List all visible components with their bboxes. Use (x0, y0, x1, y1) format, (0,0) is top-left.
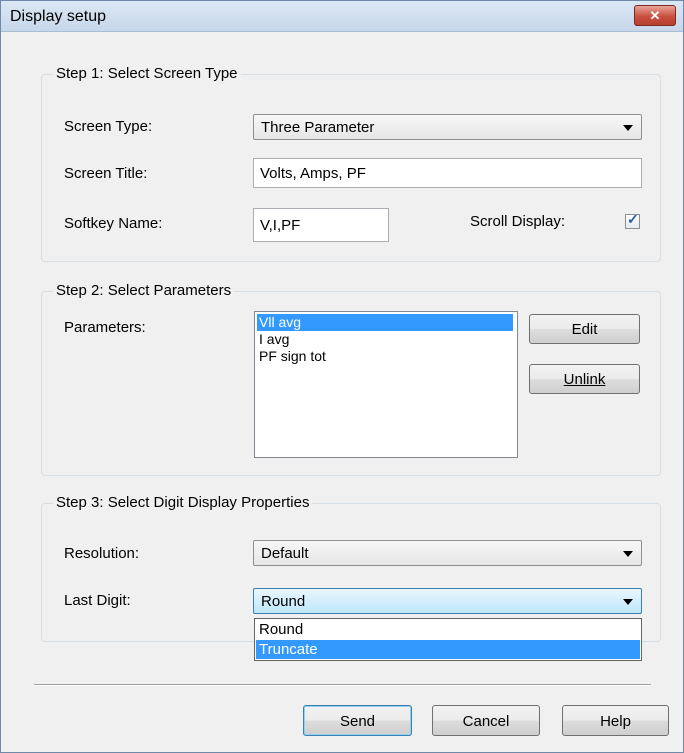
cancel-button-label: Cancel (462, 713, 510, 730)
send-button[interactable]: Send (303, 705, 412, 736)
send-button-label: Send (339, 713, 376, 730)
parameters-listbox[interactable]: Vll avg I avg PF sign tot (254, 311, 518, 458)
option-truncate[interactable]: Truncate (256, 640, 640, 659)
screen-type-dropdown[interactable]: Three Parameter (253, 114, 642, 140)
edit-button[interactable]: Edit (529, 314, 640, 344)
step2-legend: Step 2: Select Parameters (53, 282, 235, 299)
last-digit-options-list: Round Truncate (254, 618, 642, 661)
title-bar[interactable]: Display setup ✕ (1, 1, 683, 32)
step1-legend: Step 1: Select Screen Type (53, 65, 241, 82)
resolution-value: Default (261, 545, 309, 562)
option-round[interactable]: Round (256, 620, 640, 639)
cancel-button[interactable]: Cancel (432, 705, 540, 736)
help-button-label: Help (600, 713, 631, 730)
chevron-down-icon (623, 125, 633, 131)
resolution-label: Resolution: (64, 545, 140, 562)
list-item[interactable]: I avg (257, 331, 289, 348)
help-button[interactable]: Help (562, 705, 669, 736)
unlink-button-label: Unlink (563, 371, 606, 388)
screen-title-label: Screen Title: (64, 165, 148, 182)
last-digit-value: Round (261, 593, 306, 610)
close-icon: ✕ (649, 8, 661, 23)
unlink-button[interactable]: Unlink (529, 364, 640, 394)
display-setup-dialog: Display setup ✕ Step 1: Select Screen Ty… (0, 0, 684, 753)
resolution-dropdown[interactable]: Default (253, 540, 642, 566)
softkey-name-label: Softkey Name: (64, 215, 163, 232)
edit-button-label: Edit (571, 321, 598, 338)
close-button[interactable]: ✕ (634, 5, 676, 26)
parameters-label: Parameters: (64, 319, 146, 336)
scroll-display-checkbox[interactable]: ✓ (625, 211, 640, 229)
softkey-name-input[interactable]: V,I,PF (253, 208, 389, 242)
footer-separator (34, 684, 651, 686)
screen-type-label: Screen Type: (64, 118, 153, 135)
screen-title-input[interactable]: Volts, Amps, PF (253, 158, 642, 188)
window-title: Display setup (10, 8, 107, 25)
screen-type-value: Three Parameter (261, 119, 375, 136)
chevron-down-icon (623, 551, 633, 557)
chevron-down-icon (623, 599, 633, 605)
list-item[interactable]: PF sign tot (257, 348, 326, 365)
list-item[interactable]: Vll avg (257, 314, 513, 331)
step3-legend: Step 3: Select Digit Display Properties (53, 494, 313, 511)
last-digit-dropdown[interactable]: Round (253, 588, 642, 614)
scroll-display-label: Scroll Display: (470, 213, 566, 230)
checkmark-icon: ✓ (627, 211, 639, 227)
last-digit-label: Last Digit: (64, 592, 131, 609)
